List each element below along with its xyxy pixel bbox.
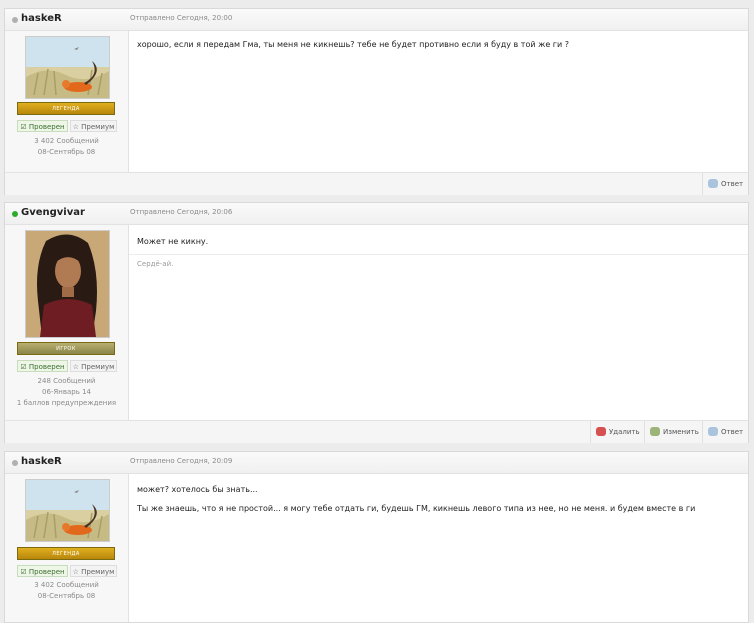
post: haskeR Отправлено Сегодня, 20:00 ЛЕГЕНДА… <box>4 8 749 195</box>
post-header: haskeR Отправлено Сегодня, 20:09 <box>5 452 748 474</box>
rank-badge: ИГРОК <box>17 342 115 355</box>
user-sidebar: ЛЕГЕНДА ☑ Проверен ☆ Премиум 3 402 Сообщ… <box>5 474 129 622</box>
rank-badge: ЛЕГЕНДА <box>17 102 115 115</box>
post-body: ЛЕГЕНДА ☑ Проверен ☆ Премиум 3 402 Сообщ… <box>5 474 748 622</box>
user-chips: ☑ Проверен ☆ Премиум <box>17 120 117 132</box>
post-date: Отправлено Сегодня, 20:06 <box>130 208 233 216</box>
premium-label: Премиум <box>81 123 115 131</box>
delete-button[interactable]: Удалить <box>590 421 644 443</box>
post-date: Отправлено Сегодня, 20:00 <box>130 14 233 22</box>
rank-badge: ЛЕГЕНДА <box>17 547 115 560</box>
delete-label: Удалить <box>609 428 640 436</box>
signature: Сердё-ай. <box>137 260 174 268</box>
online-status-icon <box>12 211 18 217</box>
post-body: ЛЕГЕНДА ☑ Проверен ☆ Премиум 3 402 Сообщ… <box>5 31 748 172</box>
verified-label: Проверен <box>28 363 65 371</box>
reply-icon <box>708 427 718 436</box>
author-name[interactable]: haskeR <box>21 13 62 24</box>
reply-label: Ответ <box>721 180 744 188</box>
reply-icon <box>708 179 718 188</box>
premium-label: Премиум <box>81 363 115 371</box>
offline-status-icon <box>12 17 18 23</box>
post: haskeR Отправлено Сегодня, 20:09 ЛЕГЕНДА… <box>4 451 749 623</box>
post-body: ИГРОК ☑ Проверен ☆ Премиум 248 Сообщений… <box>5 225 748 420</box>
post-text: Ты же знаешь, что я не простой... я могу… <box>137 504 696 513</box>
post-count: 248 Сообщений <box>37 377 96 385</box>
verified-badge[interactable]: ☑ Проверен <box>17 120 68 132</box>
author-name[interactable]: haskeR <box>21 456 62 467</box>
star-icon: ☆ <box>72 568 82 576</box>
post: Gvengvivar Отправлено Сегодня, 20:06 ИГР… <box>4 202 749 443</box>
avatar[interactable] <box>25 479 110 542</box>
star-icon: ☆ <box>72 363 82 371</box>
join-date: 08-Сентябрь 08 <box>37 148 96 156</box>
user-sidebar: ЛЕГЕНДА ☑ Проверен ☆ Премиум 3 402 Сообщ… <box>5 31 129 172</box>
post-actions: Ответ <box>5 172 748 195</box>
post-header: haskeR Отправлено Сегодня, 20:00 <box>5 9 748 31</box>
warning-points[interactable]: 1 баллов предупреждения <box>5 399 128 407</box>
verified-badge[interactable]: ☑ Проверен <box>17 565 68 577</box>
checkmark-icon: ☑ <box>20 363 29 371</box>
premium-badge[interactable]: ☆ Премиум <box>70 360 117 372</box>
user-chips: ☑ Проверен ☆ Премиум <box>17 360 117 372</box>
star-icon: ☆ <box>72 123 82 131</box>
edit-label: Изменить <box>663 428 699 436</box>
premium-label: Премиум <box>81 568 115 576</box>
post-content: хорошо, если я передам Гма, ты меня не к… <box>137 40 569 49</box>
post-text: Может не кикну. <box>137 237 209 246</box>
premium-badge[interactable]: ☆ Премиум <box>70 565 117 577</box>
premium-badge[interactable]: ☆ Премиум <box>70 120 117 132</box>
user-chips: ☑ Проверен ☆ Премиум <box>17 565 117 577</box>
post-count: 3 402 Сообщений <box>34 581 99 589</box>
post-content: может? хотелось бы знать... Ты же знаешь… <box>137 485 695 513</box>
post-count: 3 402 Сообщений <box>34 137 99 145</box>
post-text: хорошо, если я передам Гма, ты меня не к… <box>137 40 569 49</box>
verified-label: Проверен <box>28 123 65 131</box>
post-header: Gvengvivar Отправлено Сегодня, 20:06 <box>5 203 748 225</box>
edit-button[interactable]: Изменить <box>644 421 702 443</box>
signature-divider <box>129 254 748 255</box>
post-text: может? хотелось бы знать... <box>137 485 258 494</box>
checkmark-icon: ☑ <box>20 568 29 576</box>
checkmark-icon: ☑ <box>20 123 29 131</box>
reply-button[interactable]: Ответ <box>702 173 748 195</box>
verified-label: Проверен <box>28 568 65 576</box>
offline-status-icon <box>12 460 18 466</box>
join-date: 08-Сентябрь 08 <box>37 592 96 600</box>
post-date: Отправлено Сегодня, 20:09 <box>130 457 233 465</box>
edit-icon <box>650 427 660 436</box>
avatar[interactable] <box>25 230 110 338</box>
avatar[interactable] <box>25 36 110 99</box>
join-date: 06-Январь 14 <box>42 388 91 396</box>
user-sidebar: ИГРОК ☑ Проверен ☆ Премиум 248 Сообщений… <box>5 225 129 420</box>
verified-badge[interactable]: ☑ Проверен <box>17 360 68 372</box>
post-actions: Удалить Изменить Ответ <box>5 420 748 443</box>
post-content: Может не кикну. <box>137 237 208 246</box>
author-name[interactable]: Gvengvivar <box>21 207 85 218</box>
reply-button[interactable]: Ответ <box>702 421 748 443</box>
reply-label: Ответ <box>721 428 744 436</box>
delete-icon <box>596 427 606 436</box>
